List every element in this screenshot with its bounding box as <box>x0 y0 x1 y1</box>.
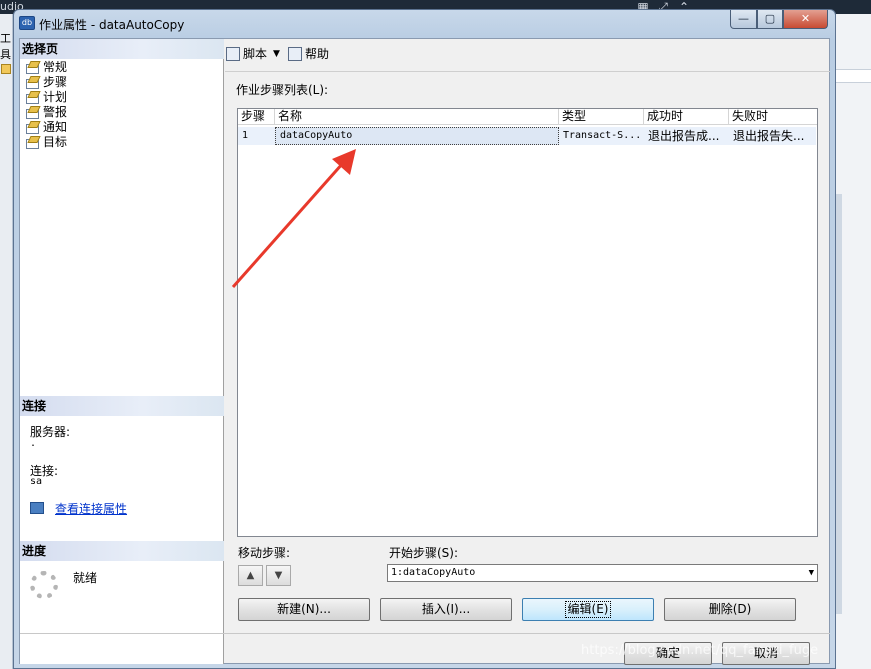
insert-step-button[interactable]: 插入(I)... <box>380 598 512 621</box>
help-button[interactable]: 帮助 <box>305 45 329 62</box>
progress-spinner-icon <box>30 571 58 599</box>
progress-status: 就绪 <box>73 571 98 585</box>
page-item-general[interactable]: 常规 <box>25 59 67 74</box>
toolbar: 脚本 ▼ 帮助 <box>226 45 329 62</box>
cell-on-failure: 退出报告失... <box>733 129 805 143</box>
page-item-label: 目标 <box>43 135 68 149</box>
move-down-button[interactable]: ▼ <box>266 565 291 586</box>
page-icon <box>25 61 39 74</box>
delete-step-button[interactable]: 删除(D) <box>664 598 796 621</box>
server-value: . <box>30 438 37 449</box>
column-header-name[interactable]: 名称 <box>275 109 559 125</box>
window-title: 作业属性 - dataAutoCopy <box>39 18 185 32</box>
connection-properties-icon <box>30 502 44 514</box>
script-dropdown-arrow-icon[interactable]: ▼ <box>273 49 280 59</box>
move-step-label: 移动步骤: <box>238 546 291 560</box>
insert-step-label: 插入(I)... <box>421 602 471 616</box>
background-right-toolbar <box>836 69 871 83</box>
title-bar[interactable]: db 作业属性 - dataAutoCopy — ▢ ✕ <box>14 10 835 38</box>
left-pane: 选择页 常规 步骤 计划 警报 通知 目标 连接 服务器: . 连接: sa 查… <box>20 39 224 664</box>
script-icon <box>226 46 240 61</box>
watermark: https://blog.csdn.net/qq_fangzi_fuge <box>581 643 819 658</box>
sql-job-icon: db <box>19 16 35 30</box>
connection-header: 连接 <box>20 396 224 416</box>
cell-step: 1 <box>242 130 249 141</box>
table-row[interactable]: 1 dataCopyAuto Transact-S... 退出报告成... 退出… <box>238 127 816 145</box>
background-menu-text: 工具 <box>0 32 11 61</box>
connection-value: sa <box>30 476 43 487</box>
steps-list-label: 作业步骤列表(L): <box>236 83 329 97</box>
select-page-header: 选择页 <box>20 39 224 59</box>
footer-separator <box>20 633 830 634</box>
edit-step-button[interactable]: 编辑(E) <box>522 598 654 621</box>
steps-grid[interactable]: 步骤 名称 类型 成功时 失败时 1 dataCopyAuto Transact… <box>237 108 818 537</box>
background-left-strip: 工具 <box>0 14 13 669</box>
column-header-on-failure[interactable]: 失败时 <box>729 109 816 125</box>
move-up-button[interactable]: ▲ <box>238 565 263 586</box>
page-icon <box>25 76 39 89</box>
maximize-button[interactable]: ▢ <box>757 10 783 29</box>
grid-header: 步骤 名称 类型 成功时 失败时 <box>238 109 817 125</box>
page-icon <box>25 91 39 104</box>
page-item-steps[interactable]: 步骤 <box>25 74 67 89</box>
delete-step-label: 删除(D) <box>708 602 752 616</box>
start-step-select[interactable]: 1:dataCopyAuto ▼ <box>387 564 818 582</box>
close-button[interactable]: ✕ <box>783 10 828 29</box>
page-icon <box>25 121 39 134</box>
page-item-schedules[interactable]: 计划 <box>25 89 67 104</box>
arrow-down-icon: ▼ <box>274 570 283 581</box>
script-button[interactable]: 脚本 <box>243 45 267 62</box>
page-item-alerts[interactable]: 警报 <box>25 104 67 119</box>
progress-header: 进度 <box>20 541 224 561</box>
new-step-label: 新建(N)... <box>277 602 331 616</box>
page-item-targets[interactable]: 目标 <box>25 134 67 149</box>
cell-name[interactable]: dataCopyAuto <box>275 127 559 145</box>
help-icon <box>287 46 302 61</box>
dialog-client-area: 选择页 常规 步骤 计划 警报 通知 目标 连接 服务器: . 连接: sa 查… <box>19 38 830 665</box>
page-icon <box>25 136 39 149</box>
background-right-strip <box>836 14 871 669</box>
column-header-on-success[interactable]: 成功时 <box>644 109 729 125</box>
minimize-button[interactable]: — <box>730 10 757 29</box>
column-header-type[interactable]: 类型 <box>559 109 644 125</box>
cell-on-success: 退出报告成... <box>648 129 720 143</box>
job-properties-window: db 作业属性 - dataAutoCopy — ▢ ✕ 选择页 常规 步骤 计… <box>13 9 836 669</box>
background-scrollbar <box>836 194 842 614</box>
toolbar-separator <box>225 71 830 72</box>
start-step-value: 1:dataCopyAuto <box>391 567 476 578</box>
new-step-button[interactable]: 新建(N)... <box>238 598 370 621</box>
cell-type: Transact-S... <box>563 130 642 141</box>
edit-step-label: 编辑(E) <box>564 601 612 618</box>
column-header-step[interactable]: 步骤 <box>238 109 275 125</box>
start-step-label: 开始步骤(S): <box>389 546 459 560</box>
page-item-notifications[interactable]: 通知 <box>25 119 67 134</box>
background-folder-icon <box>1 64 11 74</box>
page-icon <box>25 106 39 119</box>
dropdown-arrow-icon: ▼ <box>808 568 814 578</box>
view-connection-properties-link[interactable]: 查看连接属性 <box>55 500 127 517</box>
arrow-up-icon: ▲ <box>246 570 255 581</box>
